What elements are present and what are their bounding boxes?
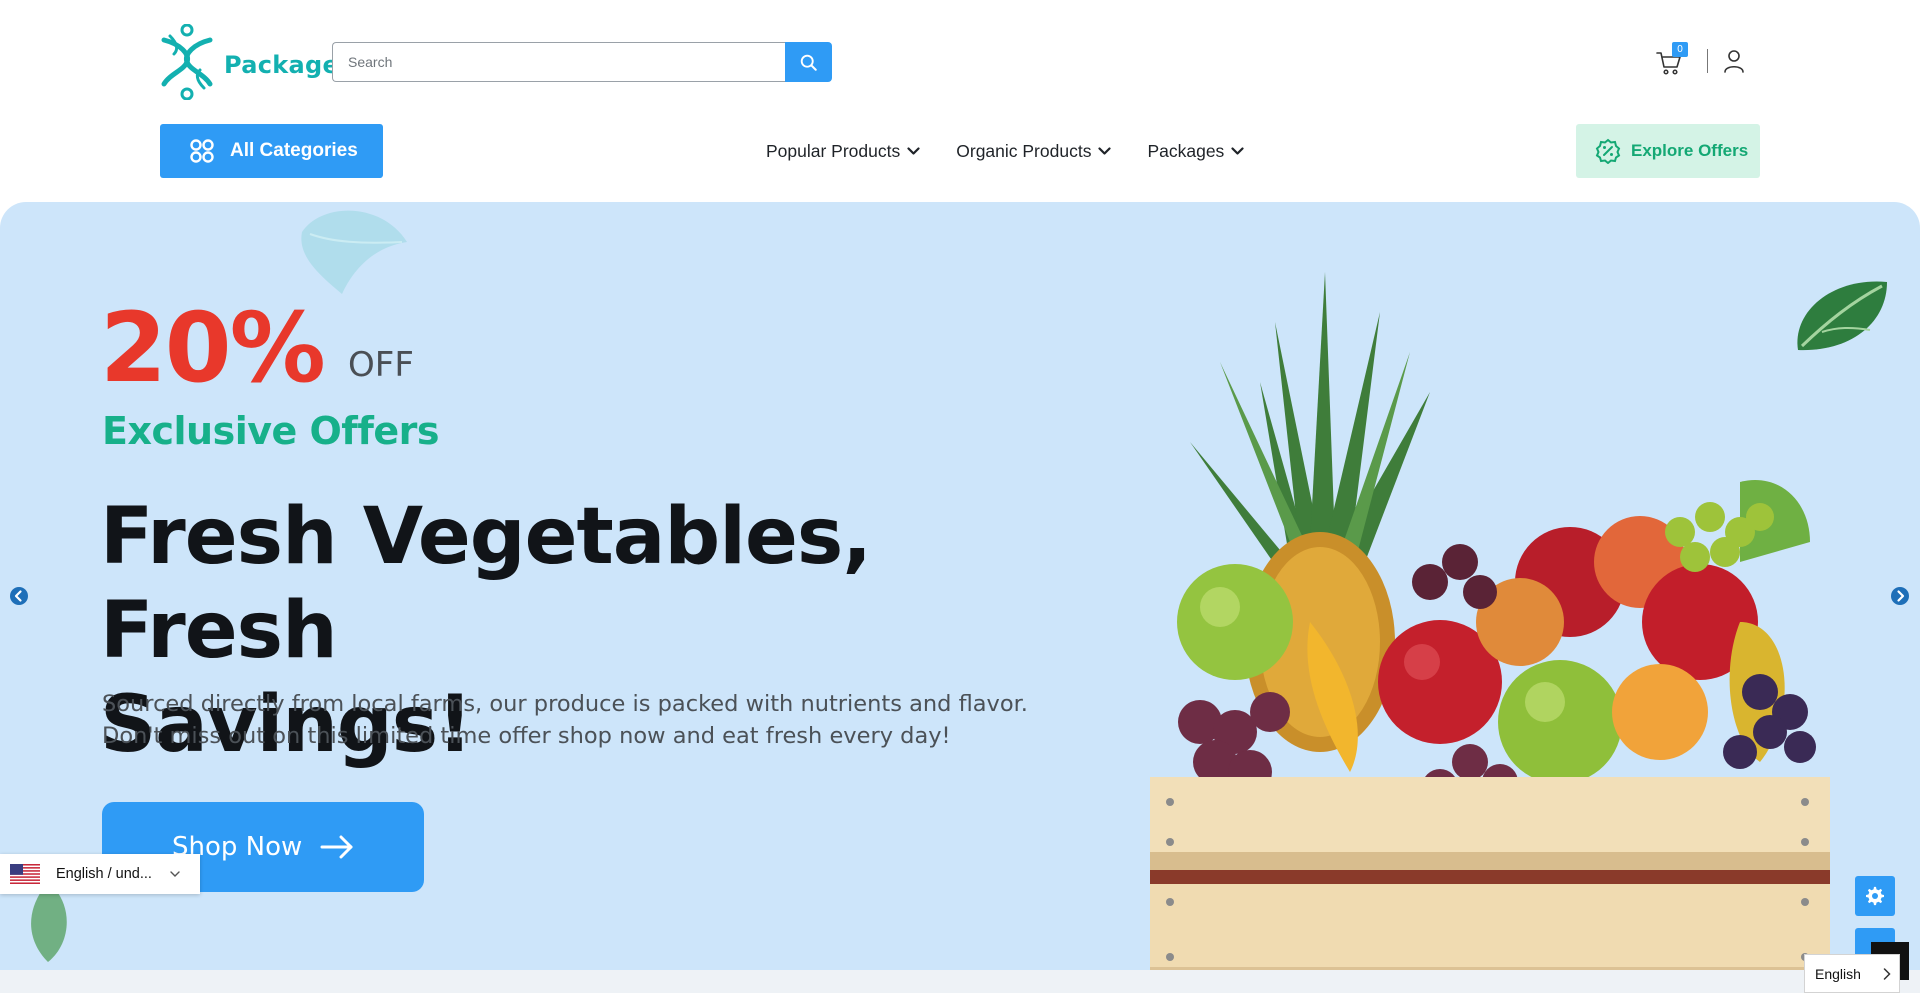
chevron-down-icon (1231, 146, 1244, 155)
account-button[interactable] (1723, 49, 1745, 73)
chevron-down-icon (1098, 146, 1112, 155)
gear-icon (1866, 886, 1884, 906)
main-nav: Popular Products Organic Products Packag… (766, 136, 1280, 166)
hero-banner: 20% OFF Exclusive Offers Fresh Vegetable… (0, 202, 1920, 970)
nav-item-label: Organic Products (956, 140, 1092, 161)
language-switcher[interactable]: English / und... (0, 854, 200, 894)
user-icon (1724, 50, 1744, 73)
language-select[interactable]: English (1804, 954, 1900, 993)
nav-packages[interactable]: Packages (1147, 141, 1244, 162)
all-categories-button[interactable]: All Categories (160, 124, 383, 178)
hero-description-line2: Don't miss out on this limited time offe… (102, 723, 951, 749)
hero-tagline: Exclusive Offers (102, 409, 440, 453)
nav-organic-products[interactable]: Organic Products (956, 140, 1112, 162)
settings-button[interactable] (1855, 876, 1895, 916)
leaf-decoration-icon (301, 210, 407, 294)
chevron-down-icon (170, 870, 180, 877)
nav-item-label: Popular Products (766, 140, 901, 161)
search-button[interactable] (785, 42, 832, 82)
slider-prev-button[interactable] (9, 586, 29, 606)
cart-count-badge: 0 (1672, 42, 1688, 57)
explore-offers-button[interactable]: Explore Offers (1576, 124, 1760, 178)
search-input[interactable] (332, 42, 785, 82)
fruit-crate-image (1150, 272, 1830, 970)
site-logo[interactable]: Package (160, 24, 339, 100)
language-switcher-label: English / und... (56, 866, 152, 882)
grid-icon (190, 139, 214, 163)
page-footer-strip (0, 970, 1920, 993)
search-bar (332, 42, 832, 82)
discount-off-label: OFF (348, 345, 414, 385)
all-categories-label: All Categories (230, 140, 358, 161)
header-divider (1707, 49, 1708, 73)
slider-next-button[interactable] (1890, 586, 1910, 606)
search-icon (800, 54, 817, 71)
arrow-right-icon (320, 835, 353, 859)
cart-button[interactable]: 0 (1656, 42, 1690, 76)
hero-headline-line1: Fresh Vegetables, Fresh (100, 492, 872, 676)
chevron-down-icon (907, 146, 920, 155)
nav-popular-products[interactable]: Popular Products (766, 141, 920, 162)
site-header: Package 0 All Categori (0, 0, 1920, 202)
discount-badge-icon (1595, 138, 1621, 164)
logo-mark-icon (161, 24, 213, 100)
explore-offers-label: Explore Offers (1631, 141, 1749, 160)
discount-percent: 20% (100, 292, 326, 404)
nav-item-label: Packages (1147, 140, 1225, 161)
logo-text: Package (224, 51, 340, 79)
leaf-decoration-icon (31, 882, 67, 962)
chevron-right-icon (1883, 967, 1891, 980)
us-flag-icon (10, 864, 40, 884)
language-select-value: English (1815, 965, 1861, 982)
hero-description-line1: Sourced directly from local farms, our p… (102, 691, 1028, 717)
hero-description: Sourced directly from local farms, our p… (102, 688, 1062, 752)
